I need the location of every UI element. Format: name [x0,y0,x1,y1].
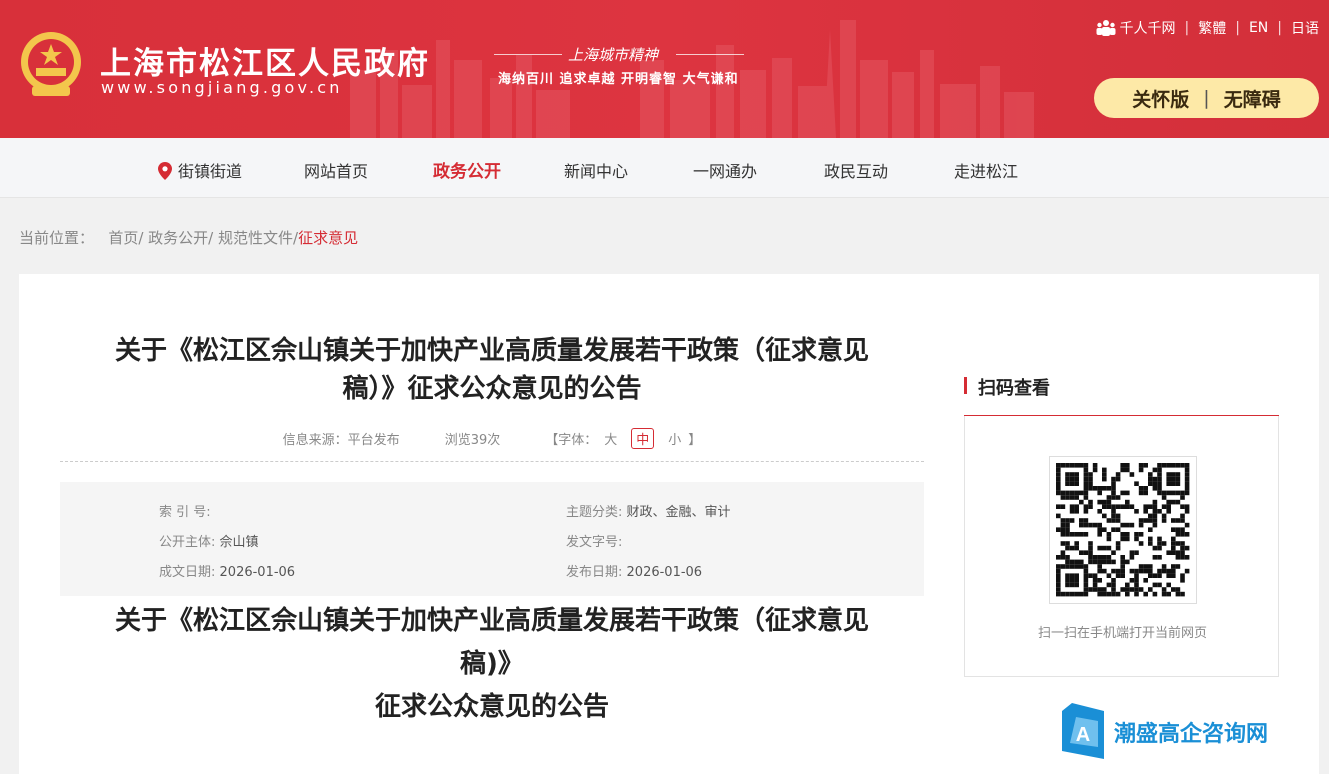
nav-item-government-affairs[interactable]: 政务公开 [433,157,501,182]
title-line: 关于《松江区佘山镇关于加快产业高质量发展若干政策（征求意见 [114,336,869,366]
qr-panel: 扫一扫在手机端打开当前网页 [964,416,1279,677]
created-date: 成文日期: 2026-01-06 [159,561,295,580]
breadcrumb-prefix: 当前位置： [19,229,95,247]
body-title-line: 征求公众意见的公告 [374,692,609,722]
nav-item-label: 街镇街道 [178,162,243,181]
location-pin-icon [158,162,172,180]
spirit-subtitle: 海纳百川 追求卓越 开明睿智 大气谦和 [498,72,739,87]
publisher-value: 佘山镇 [219,535,259,550]
font-size-label-close: 】 [688,433,702,448]
index-label: 索 引 号: [159,505,211,520]
published-label: 发布日期: [566,565,623,580]
national-emblem-logo [21,32,81,96]
published-date: 发布日期: 2026-01-06 [566,561,702,580]
care-mode-button[interactable]: 关怀版 [1132,85,1189,112]
published-value: 2026-01-06 [626,565,703,580]
category-value: 财政、金融、审计 [626,505,731,520]
publisher: 公开主体: 佘山镇 [159,531,259,550]
article-meta: 信息来源：平台发布 浏览39次 【字体： 大 中 小 】 [60,428,924,449]
accent-bar [964,377,967,394]
qr-title: 扫码查看 [978,378,1050,399]
accessible-mode-button[interactable]: 无障碍 [1224,85,1281,112]
watermark-logo-icon: A [1062,703,1104,759]
index-number: 索 引 号: [159,501,211,520]
font-size-medium[interactable]: 中 [631,428,655,449]
created-label: 成文日期: [159,565,216,580]
topic-category: 主题分类: 财政、金融、审计 [566,501,731,520]
nav-item-online-services[interactable]: 一网通办 [693,158,757,182]
publisher-label: 公开主体: [159,535,216,550]
site-header: 上海市松江区人民政府 www.songjiang.gov.cn 上海城市精神 海… [0,0,1329,138]
nav-item-home[interactable]: 网站首页 [304,158,368,182]
breadcrumb-home[interactable]: 首页/ [108,229,143,247]
qr-code-image [1049,456,1197,604]
separator: | [1184,20,1190,36]
title-line: 稿）》征求公众意见的公告 [342,374,642,404]
japanese-link[interactable]: 日语 [1291,18,1319,38]
divider [494,54,562,55]
font-size-label: 【字体： [545,433,598,448]
docno-label: 发文字号: [566,535,623,550]
separator: | [1277,20,1282,36]
accessibility-pill: 关怀版 | 无障碍 [1094,78,1319,118]
font-size-small[interactable]: 小 [668,429,681,448]
view-count: 浏览39次 [444,433,501,448]
separator: | [1203,87,1210,109]
body-title-line: 稿)》 [460,649,524,679]
nav-item-interaction[interactable]: 政民互动 [824,158,888,182]
body-title: 关于《松江区佘山镇关于加快产业高质量发展若干政策（征求意见 稿)》 征求公众意见… [60,600,924,729]
svg-text:A: A [1076,724,1090,746]
main-nav: 街镇街道 网站首页 政务公开 新闻中心 一网通办 政民互动 走进松江 [0,138,1329,198]
spirit-title: 上海城市精神 [568,46,659,64]
site-name[interactable]: 上海市松江区人民政府 [100,38,430,83]
breadcrumb-current[interactable]: 征求意见 [298,229,358,247]
qr-section-header: 扫码查看 [964,374,1279,416]
divider [676,54,744,55]
traditional-chinese-link[interactable]: 繁體 [1198,18,1226,38]
created-value: 2026-01-06 [219,565,296,580]
document-info-box: 索 引 号: 主题分类: 财政、金融、审计 公开主体: 佘山镇 发文字号: 成文… [60,482,924,596]
separator: | [1235,20,1240,36]
breadcrumb-normative-docs[interactable]: 规范性文件/ [218,229,298,247]
document-number: 发文字号: [566,531,622,550]
nav-item-about[interactable]: 走进松江 [954,158,1018,182]
divider [60,461,924,462]
watermark: A 潮盛高企咨询网 [1062,703,1292,759]
site-url[interactable]: www.songjiang.gov.cn [101,78,343,97]
top-links: 千人千网 | 繁體 | EN | 日语 [1096,18,1319,38]
nav-item-news[interactable]: 新闻中心 [564,158,628,182]
people-icon [1096,20,1116,36]
breadcrumb-government-affairs[interactable]: 政务公开/ [148,229,213,247]
nav-item-towns[interactable]: 街镇街道 [158,158,242,182]
english-link[interactable]: EN [1249,20,1268,36]
category-label: 主题分类: [566,505,623,520]
info-source: 信息来源：平台发布 [282,433,400,448]
page-title: 关于《松江区佘山镇关于加快产业高质量发展若干政策（征求意见 稿）》征求公众意见的… [60,332,924,408]
thousand-sites-link[interactable]: 千人千网 [1120,18,1176,38]
font-size-large[interactable]: 大 [604,429,617,448]
breadcrumb: 当前位置： 首页/ 政务公开/ 规范性文件/征求意见 [19,227,358,248]
body-title-line: 关于《松江区佘山镇关于加快产业高质量发展若干政策（征求意见 [114,606,869,636]
watermark-text: 潮盛高企咨询网 [1114,721,1269,747]
qr-caption: 扫一扫在手机端打开当前网页 [1037,626,1207,641]
